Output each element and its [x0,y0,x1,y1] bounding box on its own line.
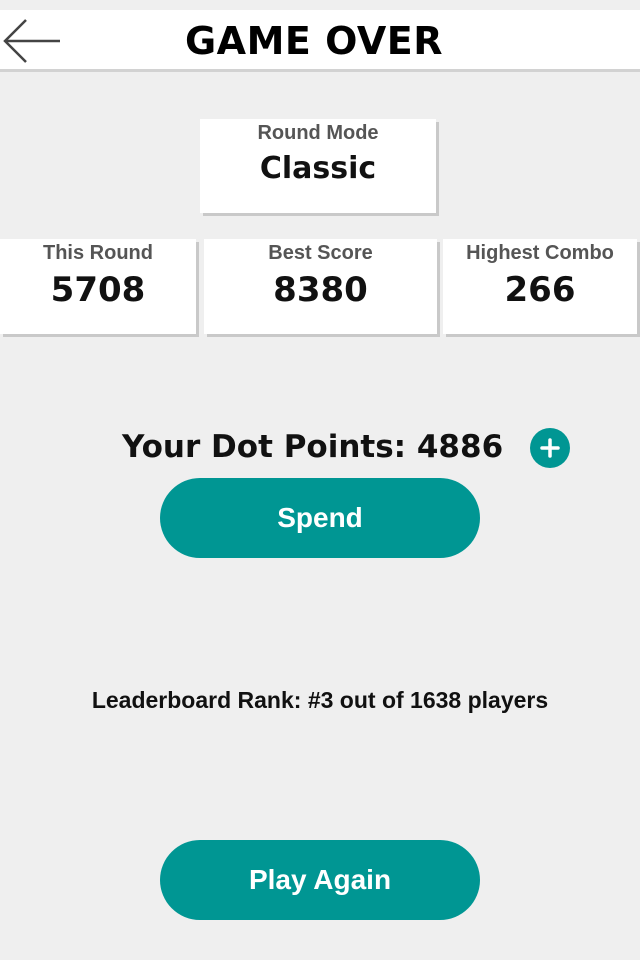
plus-icon [540,438,560,458]
stat-value: 5708 [50,270,146,310]
round-mode-label: Round Mode [257,122,379,144]
status-strip [0,0,640,10]
stat-label: This Round [43,242,153,264]
spend-button[interactable]: Spend [160,478,480,558]
stat-label: Highest Combo [466,242,614,264]
stat-card-best-score: Best Score 8380 [204,239,437,334]
stat-value: 8380 [273,270,368,310]
add-points-button[interactable] [530,428,570,468]
page-title: GAME OVER [184,19,443,63]
stat-label: Best Score [268,242,373,264]
header-bar: GAME OVER [0,10,640,72]
stat-card-highest-combo: Highest Combo 266 [443,239,637,334]
play-again-button[interactable]: Play Again [160,840,480,920]
stat-card-this-round: This Round 5708 [0,239,196,334]
round-mode-card: Round Mode Classic [200,119,436,213]
stat-value: 266 [504,270,576,310]
leaderboard-rank-text: Leaderboard Rank: #3 out of 1638 players [91,687,549,713]
round-mode-value: Classic [259,151,377,186]
dot-points-text: Your Dot Points: 4886 [122,429,504,465]
